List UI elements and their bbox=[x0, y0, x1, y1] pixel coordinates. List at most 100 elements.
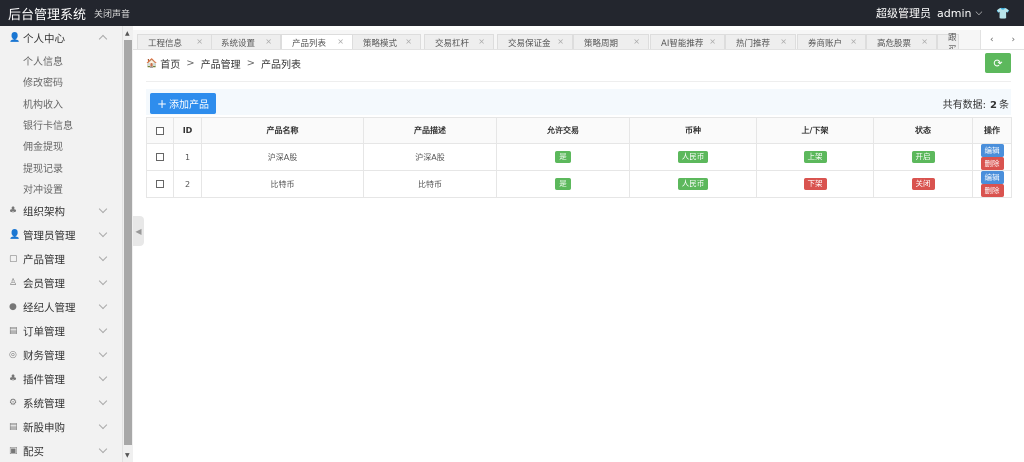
sidebar-group-label: 组织架构 bbox=[23, 205, 65, 218]
tab-item[interactable]: 券商账户 × bbox=[797, 34, 866, 49]
sidebar-group[interactable]: ◎ 财务管理 bbox=[0, 343, 122, 367]
sidebar-group[interactable]: ♣ 组织架构 bbox=[0, 199, 122, 223]
tab-next-icon[interactable]: › bbox=[1011, 35, 1015, 45]
tab-label: 跟买 bbox=[948, 32, 957, 50]
table-toolbar bbox=[146, 89, 1011, 115]
sidebar-subitem[interactable]: 佣金提现 bbox=[0, 135, 122, 156]
add-product-button[interactable]: + 添加产品 bbox=[150, 93, 216, 114]
row-select-cell bbox=[146, 170, 174, 198]
close-tab-icon[interactable]: × bbox=[709, 37, 716, 46]
select-all-checkbox[interactable] bbox=[156, 126, 164, 135]
sidebar-subitem[interactable]: 对冲设置 bbox=[0, 178, 122, 199]
scroll-down-icon[interactable]: ▼ bbox=[125, 452, 130, 459]
sidebar-group-label: 个人中心 bbox=[23, 32, 65, 45]
close-tab-icon[interactable]: × bbox=[405, 37, 412, 46]
user-menu[interactable]: admin bbox=[937, 7, 971, 20]
sidebar-group[interactable]: ▤ 订单管理 bbox=[0, 319, 122, 343]
tab-item[interactable]: 系统设置 × bbox=[210, 34, 281, 49]
breadcrumb-separator: > bbox=[186, 58, 195, 69]
close-tab-icon[interactable]: × bbox=[557, 37, 564, 46]
cell-actions: 编辑删除 bbox=[972, 143, 1012, 171]
sidebar-subitem[interactable]: 银行卡信息 bbox=[0, 114, 122, 135]
close-tab-icon[interactable]: × bbox=[265, 37, 272, 46]
edit-button[interactable]: 编辑 bbox=[980, 144, 1004, 157]
count-prefix: 共有数据: bbox=[942, 100, 987, 111]
delete-button[interactable]: 删除 bbox=[980, 157, 1004, 170]
column-header: 允许交易 bbox=[496, 117, 630, 144]
sidebar-group[interactable]: ▣ 配买 bbox=[0, 439, 122, 462]
row-checkbox[interactable] bbox=[156, 153, 164, 161]
tab-item[interactable]: 策略模式 × bbox=[352, 34, 421, 49]
column-header: 产品名称 bbox=[201, 117, 364, 144]
sidebar-subitem[interactable]: 提现记录 bbox=[0, 156, 122, 177]
shelf-badge[interactable]: 下架 bbox=[803, 178, 827, 190]
plugin-icon: ♣ bbox=[9, 374, 18, 385]
tab-label: 交易杠杆 bbox=[435, 38, 470, 49]
scroll-up-icon[interactable]: ▲ bbox=[125, 30, 130, 37]
tab-item[interactable]: 策略周期 × bbox=[573, 34, 649, 49]
tab-item[interactable]: 交易杠杆 × bbox=[424, 34, 494, 49]
chevron-down-icon bbox=[98, 300, 108, 310]
cell-actions: 编辑删除 bbox=[972, 170, 1012, 198]
sidebar-group-label: 管理员管理 bbox=[23, 229, 76, 242]
tab-scroll-nav: ‹ › bbox=[980, 30, 1024, 49]
tab-item[interactable]: 高危股票 × bbox=[866, 34, 937, 49]
sidebar-group[interactable]: ▤ 新股申购 bbox=[0, 415, 122, 439]
sidebar-group[interactable]: ♣ 插件管理 bbox=[0, 367, 122, 391]
table-row: 1 沪深A股 沪深A股是人民币 上架 开启 编辑删除 bbox=[146, 143, 1012, 171]
tab-item[interactable]: 产品列表 × bbox=[281, 34, 353, 49]
tab-label: 系统设置 bbox=[221, 38, 256, 49]
close-tab-icon[interactable]: × bbox=[478, 37, 485, 46]
sidebar-subitem[interactable]: 修改密码 bbox=[0, 71, 122, 92]
user-role: 超级管理员 bbox=[876, 7, 931, 20]
tab-item[interactable]: 热门推荐 × bbox=[725, 34, 796, 49]
sidebar-group[interactable]: 👤 个人中心 bbox=[0, 26, 122, 50]
column-header: 状态 bbox=[873, 117, 973, 144]
sidebar-group-label: 产品管理 bbox=[23, 253, 65, 266]
chevron-left-icon: ◀ bbox=[135, 226, 142, 236]
tab-item[interactable]: AI智能推荐 × bbox=[650, 34, 725, 49]
tab-item[interactable]: 跟买 bbox=[937, 32, 959, 50]
sidebar-group[interactable]: ● 经纪人管理 bbox=[0, 295, 122, 319]
close-tab-icon[interactable]: × bbox=[196, 37, 203, 46]
column-header: 上/下架 bbox=[756, 117, 874, 144]
sidebar-scrollbar[interactable]: ▲ ▼ bbox=[123, 26, 133, 462]
toggle-sound-link[interactable]: 关闭声音 bbox=[94, 7, 130, 20]
close-tab-icon[interactable]: × bbox=[921, 37, 928, 46]
column-header: 币种 bbox=[629, 117, 757, 144]
sidebar-group[interactable]: 👤 管理员管理 bbox=[0, 223, 122, 247]
sidebar-subitem[interactable]: 个人信息 bbox=[0, 50, 122, 71]
sidebar-group-label: 插件管理 bbox=[23, 373, 65, 386]
sidebar-group[interactable]: ▢ 产品管理 bbox=[0, 247, 122, 271]
scrollbar-thumb[interactable] bbox=[124, 40, 132, 445]
top-bar: 后台管理系统 关闭声音 超级管理员 admin ⌵ 👕 bbox=[0, 0, 1024, 26]
count-unit: 条 bbox=[999, 100, 1009, 111]
tshirt-icon[interactable]: 👕 bbox=[996, 7, 1010, 20]
tab-label: 券商账户 bbox=[808, 38, 843, 49]
tab-item[interactable]: 工程信息 × bbox=[137, 34, 212, 49]
status-badge[interactable]: 开启 bbox=[911, 151, 935, 163]
close-tab-icon[interactable]: × bbox=[633, 37, 640, 46]
shelf-badge[interactable]: 上架 bbox=[803, 151, 827, 163]
cell-status: 关闭 bbox=[873, 170, 973, 198]
close-tab-icon[interactable]: × bbox=[780, 37, 787, 46]
refresh-button[interactable]: ⟳ bbox=[985, 53, 1011, 73]
chevron-down-icon bbox=[98, 444, 108, 454]
row-checkbox[interactable] bbox=[156, 180, 164, 188]
sidebar-group[interactable]: ♙ 会员管理 bbox=[0, 271, 122, 295]
tab-item[interactable]: 交易保证金 × bbox=[497, 34, 573, 49]
sidebar-subitem[interactable]: 机构收入 bbox=[0, 93, 122, 114]
chevron-down-icon[interactable]: ⌵ bbox=[975, 8, 982, 18]
chevron-down-icon bbox=[98, 372, 108, 382]
breadcrumb-home[interactable]: 首页 bbox=[160, 56, 180, 71]
tab-prev-icon[interactable]: ‹ bbox=[990, 35, 994, 45]
close-tab-icon[interactable]: × bbox=[850, 37, 857, 46]
collapse-sidebar-button[interactable]: ◀ bbox=[133, 216, 144, 246]
breadcrumb-level1[interactable]: 产品管理 bbox=[201, 56, 241, 71]
edit-button[interactable]: 编辑 bbox=[980, 171, 1004, 184]
tab-label: 热门推荐 bbox=[736, 38, 771, 49]
status-badge[interactable]: 关闭 bbox=[911, 178, 935, 190]
delete-button[interactable]: 删除 bbox=[980, 184, 1004, 197]
close-tab-icon[interactable]: × bbox=[337, 37, 344, 46]
sidebar-group[interactable]: ⚙ 系统管理 bbox=[0, 391, 122, 415]
